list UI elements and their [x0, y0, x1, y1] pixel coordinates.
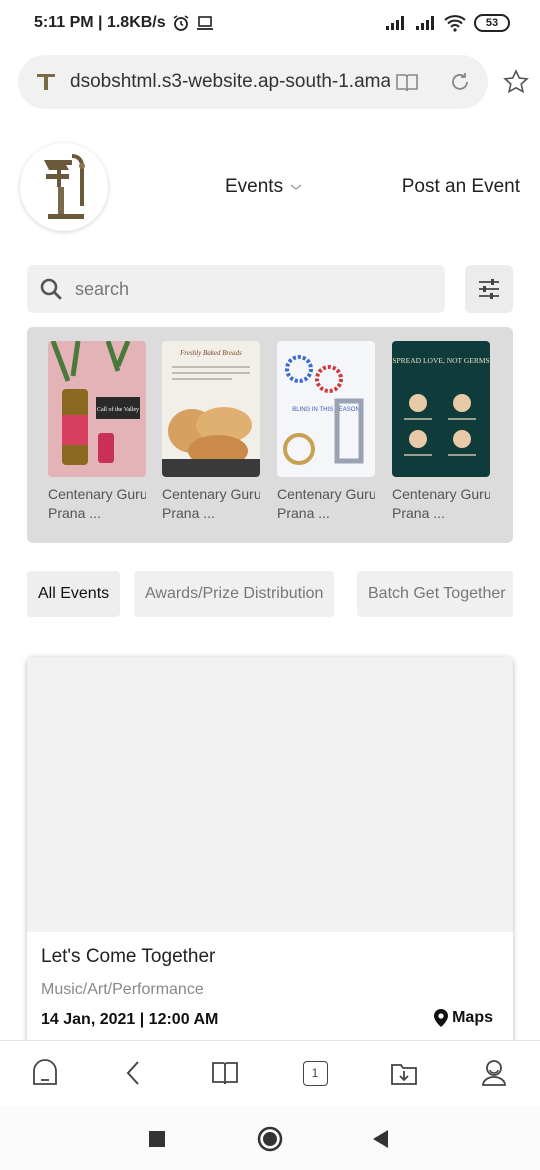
- alarm-icon: [173, 15, 189, 31]
- maps-label: Maps: [452, 1009, 493, 1026]
- featured-image: Call of the Valley: [48, 341, 146, 477]
- search-input[interactable]: [75, 277, 425, 301]
- featured-card[interactable]: Call of the Valley Centenary Guru Prana …: [48, 341, 146, 523]
- home-system-button[interactable]: [257, 1126, 283, 1152]
- category-chip-batch[interactable]: Batch Get Together: [357, 571, 513, 617]
- featured-subtitle: Prana ...: [277, 505, 330, 521]
- wifi-icon: [444, 15, 466, 32]
- svg-text:Freshly Baked Breads: Freshly Baked Breads: [179, 349, 242, 357]
- status-right: 53: [384, 14, 510, 32]
- featured-subtitle: Prana ...: [392, 505, 445, 521]
- featured-image: Freshly Baked Breads: [162, 341, 260, 477]
- featured-image: BLING IN THIS SEASON: [277, 341, 375, 477]
- downloads-button[interactable]: [389, 1058, 419, 1088]
- home-icon: [33, 1059, 57, 1085]
- site-logo[interactable]: [20, 143, 108, 231]
- featured-subtitle: Prana ...: [48, 505, 101, 521]
- bookmarks-button[interactable]: [210, 1058, 240, 1088]
- bookmark-star-icon[interactable]: [503, 69, 529, 95]
- svg-text:BLING IN THIS SEASON: BLING IN THIS SEASON: [292, 407, 360, 413]
- nav-events-dropdown[interactable]: Events: [225, 176, 303, 198]
- event-card[interactable]: Let's Come Together Music/Art/Performanc…: [27, 657, 513, 1057]
- circle-icon: [257, 1126, 283, 1152]
- site-favicon-icon: [37, 74, 55, 90]
- url-text[interactable]: dsobshtml.s3-website.ap-south-1.amazonaw…: [70, 71, 390, 93]
- reload-icon[interactable]: [448, 70, 472, 94]
- laptop-icon: [196, 16, 213, 30]
- featured-carousel: Call of the Valley Centenary Guru Prana …: [27, 327, 513, 543]
- back-system-button[interactable]: [368, 1126, 394, 1152]
- featured-title: Centenary Guru: [48, 486, 146, 502]
- featured-title: Centenary Guru: [392, 486, 490, 502]
- square-icon: [149, 1131, 165, 1147]
- download-folder-icon: [391, 1064, 417, 1085]
- status-bar: 5:11 PM | 1.8KB/s 53: [0, 0, 540, 50]
- browser-toolbar: 1: [0, 1040, 540, 1106]
- status-left: 5:11 PM | 1.8KB/s: [34, 14, 214, 32]
- search-box[interactable]: [27, 265, 445, 313]
- event-image: [27, 657, 513, 932]
- category-chip-all-events[interactable]: All Events: [27, 571, 121, 617]
- featured-card[interactable]: Freshly Baked Breads Centenary Guru Pran…: [162, 341, 260, 523]
- map-pin-icon: [434, 1009, 449, 1027]
- featured-card[interactable]: SPREAD LOVE, NOT GERMS Centenary Guru Pr…: [392, 341, 490, 523]
- back-arrow-icon: [126, 1061, 139, 1085]
- user-icon: [482, 1060, 506, 1086]
- sliders-icon: [479, 279, 499, 299]
- maps-link[interactable]: Maps: [434, 1009, 493, 1027]
- category-tabs: All Events Awards/Prize Distribution Bat…: [27, 571, 513, 617]
- triangle-back-icon: [373, 1130, 388, 1148]
- nav-events-label: Events: [225, 176, 284, 197]
- event-datetime: 14 Jan, 2021 | 12:00 AM: [41, 1011, 219, 1028]
- address-bar[interactable]: dsobshtml.s3-website.ap-south-1.amazonaw…: [18, 55, 488, 109]
- back-button[interactable]: [118, 1058, 148, 1088]
- svg-text:SPREAD LOVE, NOT GERMS: SPREAD LOVE, NOT GERMS: [392, 356, 489, 365]
- featured-title: Centenary Guru: [277, 486, 375, 502]
- status-time: 5:11 PM | 1.8KB/s: [34, 14, 166, 31]
- svg-text:Call of the Valley: Call of the Valley: [97, 406, 139, 413]
- system-navigation-bar: [0, 1106, 540, 1170]
- featured-subtitle: Prana ...: [162, 505, 215, 521]
- recents-button[interactable]: [144, 1126, 170, 1152]
- signal-icon: [416, 16, 434, 30]
- site-logo-icon: [44, 154, 85, 219]
- post-event-link[interactable]: Post an Event: [402, 176, 520, 198]
- filter-button[interactable]: [465, 265, 513, 313]
- category-chip-awards[interactable]: Awards/Prize Distribution: [134, 571, 335, 617]
- chevron-down-icon: [290, 184, 302, 191]
- search-icon: [40, 278, 62, 300]
- battery-indicator: 53: [474, 14, 510, 32]
- book-icon: [212, 1062, 238, 1085]
- event-title[interactable]: Let's Come Together: [41, 946, 215, 968]
- home-button[interactable]: [30, 1058, 60, 1088]
- profile-button[interactable]: [479, 1058, 509, 1088]
- signal-icon: [386, 16, 404, 30]
- featured-title: Centenary Guru: [162, 486, 260, 502]
- featured-card[interactable]: BLING IN THIS SEASON Centenary Guru Pran…: [277, 341, 375, 523]
- tab-count: 1: [302, 1060, 328, 1086]
- featured-image: SPREAD LOVE, NOT GERMS: [392, 341, 490, 477]
- tabs-button[interactable]: 1: [300, 1058, 330, 1088]
- reader-mode-icon[interactable]: [394, 70, 420, 96]
- event-category: Music/Art/Performance: [41, 981, 204, 998]
